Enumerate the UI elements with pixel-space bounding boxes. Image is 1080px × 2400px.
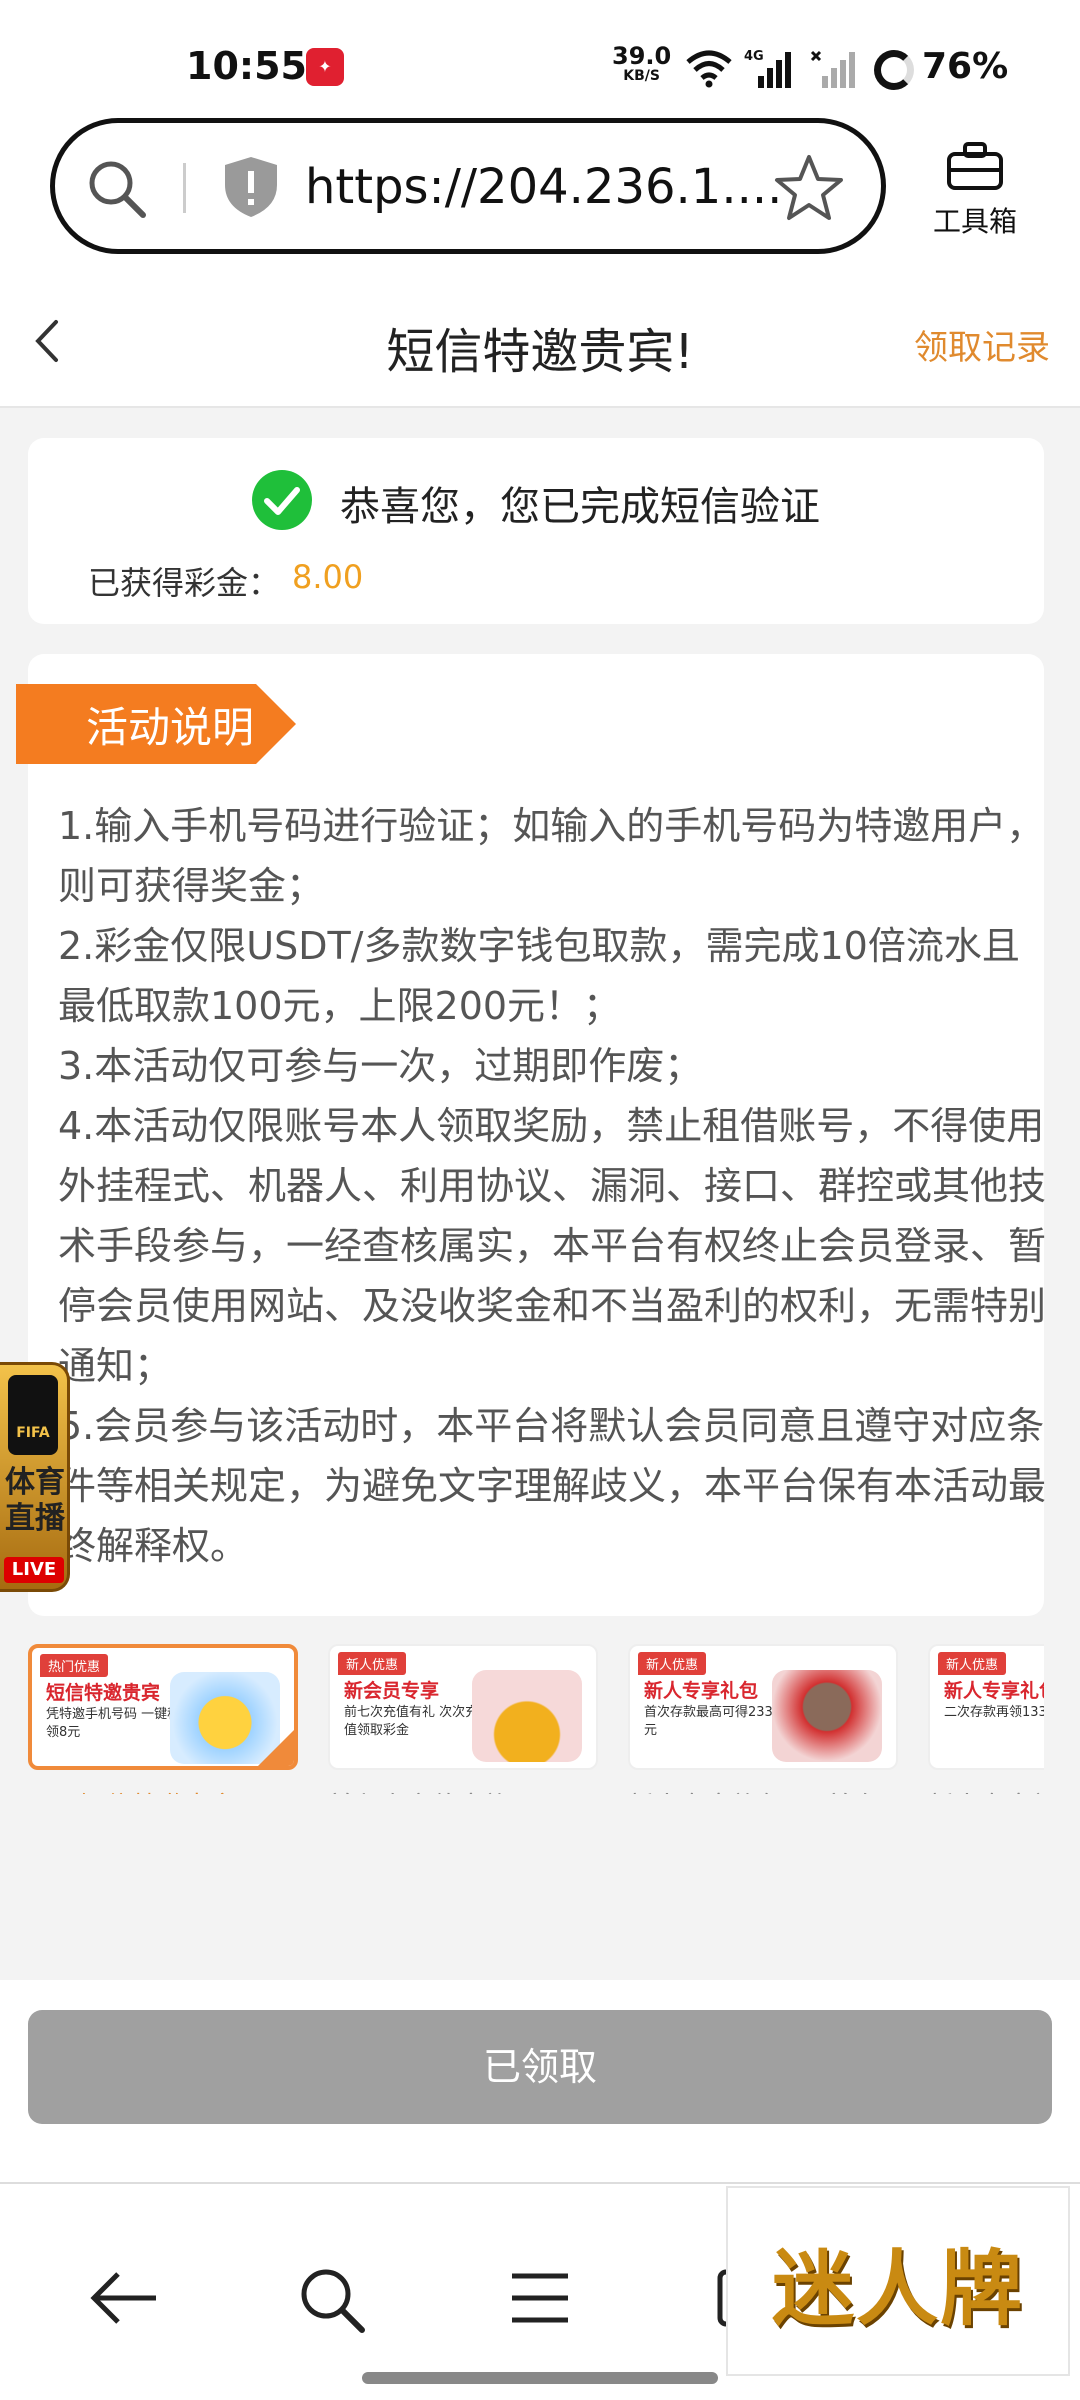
wifi-icon xyxy=(686,50,732,88)
success-check-icon xyxy=(252,470,312,530)
address-bar[interactable]: https://204.236.1.... xyxy=(50,118,886,254)
verification-success-card: 恭喜您，您已完成短信验证 已获得彩金： 8.00 xyxy=(28,438,1044,624)
promo-label: 短信特邀贵宾! xyxy=(28,1786,298,1794)
toolbox-icon xyxy=(947,142,1003,190)
action-area: 已领取 xyxy=(0,1980,1080,2182)
promo-item-new-member[interactable]: 新人优惠 新会员专享 前七次充值有礼 次次充值领取彩金 前七次充值豪礼! xyxy=(328,1644,598,1794)
network-speed: 39.0 KB/S xyxy=(612,44,671,86)
toolbox-button[interactable]: 工具箱 xyxy=(920,140,1030,240)
promo-carousel[interactable]: 热门优惠 短信特邀贵宾 凭特邀手机号码 一键秒领8元 短信特邀贵宾! 新人优惠 … xyxy=(28,1644,1044,1794)
mascot-illustration-icon xyxy=(772,1670,882,1762)
promo-title: 短信特邀贵宾 xyxy=(46,1682,161,1704)
promo-label: 前七次充值豪礼! xyxy=(328,1786,618,1794)
promo-title: 新会员专享 xyxy=(344,1680,440,1702)
activity-rules: 1.输入手机号码进行验证；如输入的手机号码为特邀用户，则可获得奖金； 2.彩金仅… xyxy=(58,796,1048,1576)
ad-overlay-banner[interactable]: 迷人牌 xyxy=(726,2186,1070,2376)
search-icon[interactable] xyxy=(298,2266,368,2336)
rule-item: 5.会员参与该活动时，本平台将默认会员同意且遵守对应条件等相关规定，为避免文字理… xyxy=(58,1404,1047,1568)
sports-live-float-button[interactable]: FIFA 体育直播 LIVE xyxy=(0,1362,70,1592)
promo-subtitle: 前七次充值有礼 次次充值领取彩金 xyxy=(344,1705,479,1738)
promo-tag: 新人优惠 xyxy=(338,1652,407,1675)
live-badge: LIVE xyxy=(4,1557,64,1583)
status-bar: 10:55 ✦ 39.0 KB/S 4G 76% xyxy=(0,0,1080,110)
promo-item-new-gift-1[interactable]: 新人优惠 新人专享礼包 首次存款最高可得2333元 新人专享礼包1：首次... xyxy=(628,1644,903,1794)
bonus-amount: 8.00 xyxy=(292,558,364,596)
coins-illustration-icon xyxy=(472,1670,582,1762)
app-notification-icon: ✦ xyxy=(306,48,344,86)
promo-tag: 新人优惠 xyxy=(938,1652,1007,1675)
address-divider xyxy=(183,163,186,213)
search-icon[interactable] xyxy=(85,157,149,221)
battery-icon xyxy=(874,50,914,90)
activity-heading: 活动说明 xyxy=(86,703,255,752)
activity-description-card: 活动说明 1.输入手机号码进行验证；如输入的手机号码为特邀用户，则可获得奖金； … xyxy=(16,654,1046,1616)
menu-icon[interactable] xyxy=(508,2266,572,2330)
promo-label: 新人专享礼包1：首次... xyxy=(628,1786,918,1794)
promo-item-new-gift-2[interactable]: 新人优惠 新人专享礼包 二次存款再领1333 新人专享礼 xyxy=(928,1644,1044,1794)
success-message: 恭喜您，您已完成短信验证 xyxy=(340,484,820,530)
rule-item: 3.本活动仅可参与一次，过期即作废； xyxy=(58,1044,703,1088)
network-type: 4G xyxy=(744,49,764,64)
promo-tag: 热门优惠 xyxy=(40,1654,109,1677)
rule-item: 1.输入手机号码进行验证；如输入的手机号码为特邀用户，则可获得奖金； xyxy=(58,804,1045,908)
rule-item: 4.本活动仅限账号本人领取奖励，禁止租借账号，不得使用外挂程式、机器人、利用协议… xyxy=(58,1104,1047,1388)
bookmark-star-icon[interactable] xyxy=(773,153,845,223)
sports-live-label: 体育直播 xyxy=(5,1465,65,1536)
promo-subtitle: 首次存款最高可得2333元 xyxy=(644,1705,782,1738)
url-text[interactable]: https://204.236.1.... xyxy=(305,159,782,215)
status-time: 10:55 xyxy=(186,44,307,88)
promo-title: 新人专享礼包 xyxy=(944,1680,1044,1702)
promo-thumbnail: 热门优惠 短信特邀贵宾 凭特邀手机号码 一键秒领8元 xyxy=(28,1644,298,1770)
cellular-signal-icon: 4G xyxy=(744,49,791,88)
promo-tag: 新人优惠 xyxy=(638,1652,707,1675)
gesture-handle[interactable] xyxy=(362,2372,718,2384)
promo-thumbnail: 新人优惠 新会员专享 前七次充值有礼 次次充值领取彩金 xyxy=(328,1644,598,1770)
page-header: 短信特邀贵宾! 领取记录 xyxy=(0,270,1080,408)
promo-subtitle: 二次存款再领1333 xyxy=(944,1705,1044,1720)
promo-label: 新人专享礼 xyxy=(928,1786,1044,1794)
ad-overlay-text: 迷人牌 xyxy=(771,2240,1024,2337)
shield-icon[interactable] xyxy=(223,155,279,219)
battery-level: 76% xyxy=(922,46,1009,87)
browser-toolbar: https://204.236.1.... 工具箱 xyxy=(0,110,1080,270)
claim-records-link[interactable]: 领取记录 xyxy=(914,320,1050,369)
promo-thumbnail: 新人优惠 新人专享礼包 二次存款再领1333 xyxy=(928,1644,1044,1770)
rule-item: 2.彩金仅限USDT/多款数字钱包取款，需完成10倍流水且最低取款100元，上限… xyxy=(58,924,1020,1028)
emoji-illustration-icon xyxy=(170,1672,280,1764)
screen: 10:55 ✦ 39.0 KB/S 4G 76% https://204.236… xyxy=(0,0,1080,2400)
promo-item-sms-vip[interactable]: 热门优惠 短信特邀贵宾 凭特邀手机号码 一键秒领8元 短信特邀贵宾! xyxy=(28,1644,298,1794)
claimed-button[interactable]: 已领取 xyxy=(28,2010,1052,2124)
promo-thumbnail: 新人优惠 新人专享礼包 首次存款最高可得2333元 xyxy=(628,1644,898,1770)
promo-subtitle: 凭特邀手机号码 一键秒领8元 xyxy=(46,1707,181,1740)
promo-title: 新人专享礼包 xyxy=(644,1680,759,1702)
back-icon[interactable] xyxy=(88,2266,160,2330)
bonus-label: 已获得彩金： xyxy=(88,564,281,602)
fifa-logo: FIFA xyxy=(8,1375,58,1455)
cellular-signal-2-icon xyxy=(810,50,855,88)
toolbox-label: 工具箱 xyxy=(932,205,1017,238)
